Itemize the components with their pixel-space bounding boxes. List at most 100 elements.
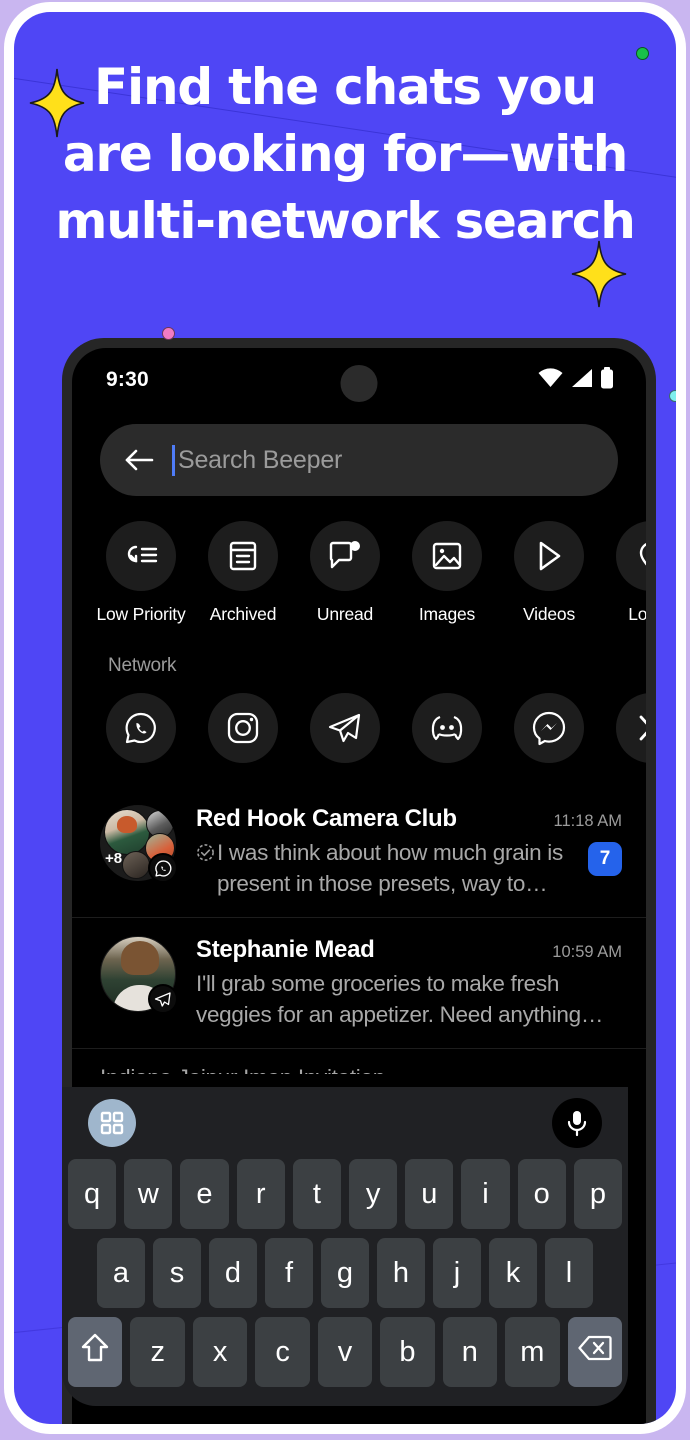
sparkle-icon bbox=[28, 68, 86, 138]
filter-chip-label: Locati bbox=[628, 604, 646, 624]
chat-header-row: Stephanie Mead 10:59 AM bbox=[196, 936, 622, 964]
key-i[interactable]: i bbox=[461, 1159, 510, 1229]
backspace-key[interactable] bbox=[567, 1317, 622, 1387]
key-t[interactable]: t bbox=[292, 1159, 341, 1229]
search-bar[interactable]: Search Beeper bbox=[100, 424, 618, 496]
network-item-discord[interactable] bbox=[396, 693, 498, 763]
key-b[interactable]: b bbox=[380, 1317, 435, 1387]
chat-list[interactable]: +8 Red Hook Camera Club 11:18 AM I was t… bbox=[72, 787, 646, 1074]
unread-count-badge: 7 bbox=[588, 842, 622, 876]
key-a[interactable]: a bbox=[97, 1238, 145, 1308]
chat-timestamp: 10:59 AM bbox=[552, 943, 622, 962]
avatar-overflow-count: +8 bbox=[105, 850, 123, 867]
filter-chip-archived[interactable]: Archived bbox=[192, 521, 294, 625]
chat-name: Stephanie Mead bbox=[196, 936, 375, 964]
keyboard-grid-icon[interactable] bbox=[88, 1099, 136, 1147]
headline-line-2: are looking for—with bbox=[62, 125, 629, 183]
back-arrow-icon[interactable] bbox=[124, 447, 154, 473]
promo-canvas: Find the chats you are looking for—with … bbox=[14, 12, 676, 1424]
filter-chip-low-priority[interactable]: Low Priority bbox=[90, 521, 192, 625]
chat-content: Red Hook Camera Club 11:18 AM I was thin… bbox=[196, 805, 622, 899]
chat-preview-text: I'll grab some groceries to make fresh v… bbox=[196, 971, 604, 1027]
headline-line-1: Find the chats you bbox=[94, 58, 597, 116]
network-icon-row[interactable] bbox=[72, 677, 646, 763]
network-item-telegram[interactable] bbox=[294, 693, 396, 763]
chat-list-item[interactable]: Stephanie Mead 10:59 AM I'll grab some g… bbox=[72, 917, 646, 1048]
sparkle-icon bbox=[570, 240, 628, 308]
key-e[interactable]: e bbox=[180, 1159, 229, 1229]
key-y[interactable]: y bbox=[349, 1159, 398, 1229]
keyboard-row-3: z x c v b n m bbox=[68, 1317, 622, 1387]
image-icon bbox=[412, 521, 482, 591]
chat-list-item[interactable]: +8 Red Hook Camera Club 11:18 AM I was t… bbox=[72, 787, 646, 917]
key-q[interactable]: q bbox=[67, 1159, 117, 1229]
avatar bbox=[100, 936, 178, 1015]
filter-chip-videos[interactable]: Videos bbox=[498, 521, 600, 625]
key-f[interactable]: f bbox=[265, 1238, 313, 1308]
key-g[interactable]: g bbox=[321, 1238, 369, 1308]
search-input[interactable]: Search Beeper bbox=[172, 444, 594, 476]
location-pin-icon bbox=[616, 521, 646, 591]
avatar-member-4 bbox=[122, 851, 150, 879]
key-z[interactable]: z bbox=[130, 1317, 185, 1387]
keyboard-toolbar bbox=[62, 1087, 628, 1159]
status-icons bbox=[538, 366, 614, 394]
wifi-icon bbox=[538, 367, 563, 393]
headline-line-3: multi-network search bbox=[55, 192, 635, 250]
instagram-icon bbox=[208, 693, 278, 763]
filter-chip-label: Low Priority bbox=[96, 604, 186, 624]
cellular-signal-icon bbox=[570, 368, 593, 393]
chat-header-row: Red Hook Camera Club 11:18 AM bbox=[196, 805, 622, 833]
on-screen-keyboard[interactable]: q w e r t y u i o p a s d f g h j k l z … bbox=[62, 1087, 628, 1406]
chat-preview-row: I was think about how much grain is pres… bbox=[196, 838, 622, 899]
key-r[interactable]: r bbox=[236, 1159, 285, 1229]
chat-name: Red Hook Camera Club bbox=[196, 805, 457, 832]
network-item-instagram[interactable] bbox=[192, 693, 294, 763]
key-k[interactable]: k bbox=[489, 1238, 537, 1308]
chat-preview-text: I was think about how much grain is pres… bbox=[217, 840, 563, 896]
keyboard-row-2: a s d f g h j k l bbox=[68, 1238, 622, 1308]
promo-headline: Find the chats you are looking for—with … bbox=[14, 54, 676, 255]
messenger-icon bbox=[514, 693, 584, 763]
key-x[interactable]: x bbox=[192, 1317, 248, 1387]
text-caret bbox=[172, 444, 175, 476]
key-p[interactable]: p bbox=[573, 1159, 623, 1229]
chat-list-item-partial[interactable]: Indiana Jaipur Iman Invitation bbox=[72, 1048, 646, 1074]
play-triangle-icon bbox=[514, 521, 584, 591]
promo-frame: Find the chats you are looking for—with … bbox=[0, 0, 690, 1440]
microphone-icon[interactable] bbox=[552, 1098, 602, 1148]
key-l[interactable]: l bbox=[545, 1238, 593, 1308]
key-c[interactable]: c bbox=[255, 1317, 310, 1387]
network-section-title: Network bbox=[108, 655, 177, 676]
key-v[interactable]: v bbox=[317, 1317, 373, 1387]
unread-chat-icon bbox=[310, 521, 380, 591]
key-n[interactable]: n bbox=[442, 1317, 498, 1387]
network-item-whatsapp[interactable] bbox=[90, 693, 192, 763]
avatar-member-1 bbox=[104, 809, 150, 855]
shift-key[interactable] bbox=[68, 1317, 123, 1387]
archive-box-icon bbox=[208, 521, 278, 591]
key-u[interactable]: u bbox=[405, 1159, 454, 1229]
key-h[interactable]: h bbox=[377, 1238, 425, 1308]
search-placeholder: Search Beeper bbox=[178, 445, 343, 474]
network-item-messenger[interactable] bbox=[498, 693, 600, 763]
chat-preview-text: Indiana Jaipur Iman Invitation bbox=[100, 1065, 385, 1074]
key-m[interactable]: m bbox=[505, 1317, 560, 1387]
key-j[interactable]: j bbox=[433, 1238, 481, 1308]
filter-chip-unread[interactable]: Unread bbox=[294, 521, 396, 625]
key-w[interactable]: w bbox=[124, 1159, 173, 1229]
filter-chip-location[interactable]: Locati bbox=[600, 521, 646, 625]
chat-preview-row: I'll grab some groceries to make fresh v… bbox=[196, 969, 622, 1030]
key-o[interactable]: o bbox=[517, 1159, 566, 1229]
filter-chip-images[interactable]: Images bbox=[396, 521, 498, 625]
x-twitter-icon bbox=[616, 693, 646, 763]
key-s[interactable]: s bbox=[153, 1238, 201, 1308]
cyan-dot bbox=[669, 390, 676, 402]
filter-chip-row[interactable]: Low Priority Archived Unread Images Vide… bbox=[72, 496, 646, 625]
green-dot bbox=[636, 47, 649, 60]
filter-chip-label: Unread bbox=[316, 604, 374, 624]
low-priority-icon bbox=[106, 521, 176, 591]
key-d[interactable]: d bbox=[209, 1238, 257, 1308]
network-item-x[interactable] bbox=[600, 693, 646, 763]
discord-icon bbox=[412, 693, 482, 763]
